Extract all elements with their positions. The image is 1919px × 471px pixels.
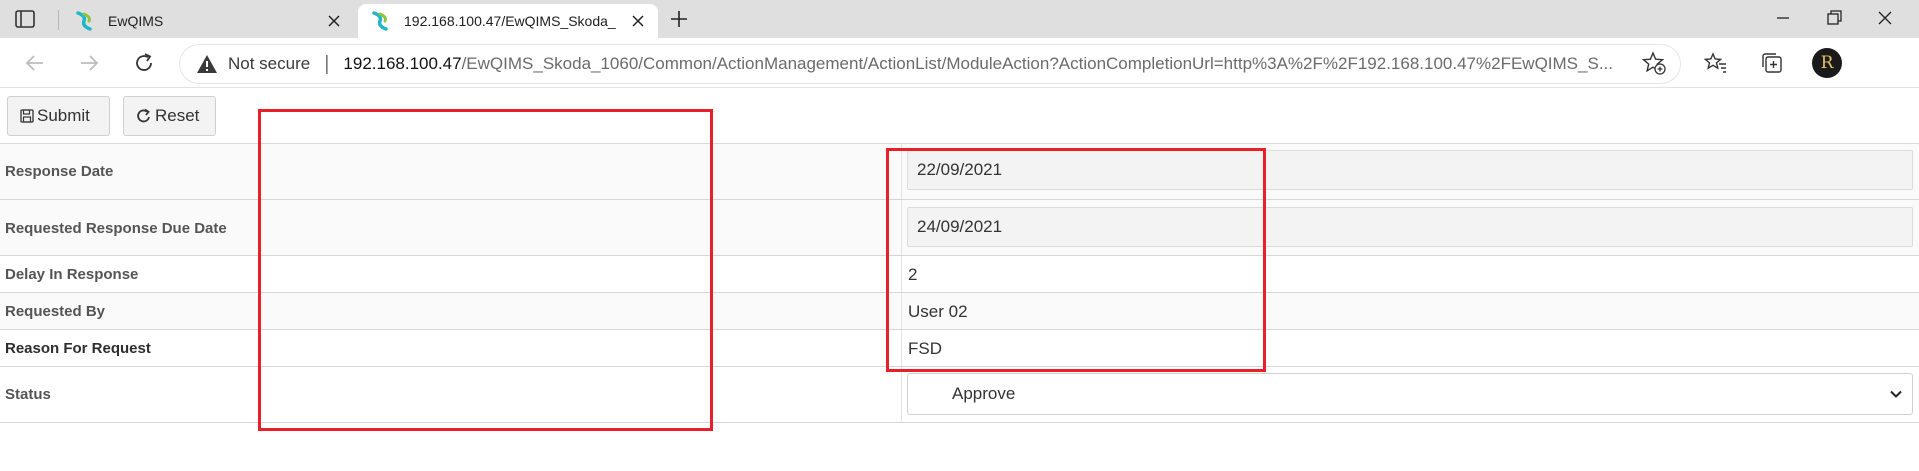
- tab-actions-icon[interactable]: [14, 9, 36, 29]
- response-date-label: Response Date: [5, 163, 114, 180]
- browser-tab-bar: EwQIMS 192.168.100.47/EwQIMS_Skoda_: [0, 0, 1919, 38]
- form-row-requested-response-due-date: Requested Response Due Date 24/09/2021: [0, 200, 1919, 256]
- status-select[interactable]: Approve: [907, 373, 1913, 415]
- column-divider: [901, 200, 902, 255]
- add-favorite-icon[interactable]: [1642, 51, 1666, 75]
- status-selected-value: Approve: [952, 384, 1016, 403]
- close-tab-icon[interactable]: [326, 13, 342, 29]
- column-divider: [901, 144, 902, 199]
- requested-by-label: Requested By: [5, 303, 106, 320]
- back-arrow-icon[interactable]: [22, 50, 48, 76]
- reason-for-request-label: Reason For Request: [5, 340, 151, 357]
- reset-button[interactable]: Reset: [123, 96, 216, 136]
- response-date-field[interactable]: 22/09/2021: [907, 150, 1913, 190]
- save-icon: [20, 109, 34, 123]
- column-divider: [901, 330, 902, 366]
- new-tab-icon[interactable]: [668, 8, 690, 30]
- browser-tab-active[interactable]: 192.168.100.47/EwQIMS_Skoda_: [358, 4, 658, 38]
- requested-by-value: User 02: [908, 302, 968, 321]
- minimize-icon[interactable]: [1773, 8, 1793, 28]
- form-row-response-date: Response Date 22/09/2021: [0, 144, 1919, 200]
- profile-avatar[interactable]: R: [1812, 48, 1842, 78]
- not-secure-label[interactable]: Not secure: [228, 54, 310, 74]
- column-divider: [901, 256, 902, 292]
- chevron-down-icon: [1890, 390, 1902, 398]
- status-label: Status: [5, 386, 51, 403]
- delay-in-response-value: 2: [908, 265, 918, 284]
- form-row-reason-for-request: Reason For Request FSD: [0, 330, 1919, 367]
- restore-icon[interactable]: [1824, 8, 1844, 28]
- forward-arrow-icon[interactable]: [76, 50, 102, 76]
- form-row-delay-in-response: Delay In Response 2: [0, 256, 1919, 293]
- omnibox-separator: |: [324, 52, 330, 75]
- reset-button-label: Reset: [155, 106, 200, 125]
- browser-address-bar: Not secure | 192.168.100.47/EwQIMS_Skoda…: [0, 38, 1919, 88]
- action-toolbar: Submit Reset: [0, 89, 1919, 144]
- form-row-requested-by: Requested By User 02: [0, 293, 1919, 330]
- tab-separator: [58, 10, 59, 30]
- warning-triangle-icon[interactable]: [196, 54, 218, 74]
- module-action-page: Submit Reset Response Date 22/09/2021 Re…: [0, 89, 1919, 471]
- collections-icon[interactable]: [1760, 51, 1784, 75]
- submit-button-label: Submit: [37, 106, 90, 125]
- refresh-icon[interactable]: [131, 50, 157, 76]
- column-divider: [901, 367, 902, 422]
- column-divider: [901, 293, 902, 329]
- delay-in-response-label: Delay In Response: [5, 266, 139, 283]
- submit-button[interactable]: Submit: [7, 96, 110, 136]
- form-row-status: Status Approve: [0, 367, 1919, 423]
- url-path: /EwQIMS_Skoda_1060/Common/ActionManageme…: [461, 54, 1613, 73]
- favorites-icon[interactable]: [1704, 51, 1728, 75]
- requested-response-due-date-label: Requested Response Due Date: [5, 220, 227, 237]
- tab-title: EwQIMS: [108, 13, 164, 29]
- tab-title: 192.168.100.47/EwQIMS_Skoda_: [404, 13, 616, 29]
- requested-response-due-date-field[interactable]: 24/09/2021: [907, 207, 1913, 247]
- close-window-icon[interactable]: [1875, 8, 1895, 28]
- url-omnibox[interactable]: Not secure | 192.168.100.47/EwQIMS_Skoda…: [180, 45, 1680, 83]
- url-host: 192.168.100.47: [343, 54, 462, 73]
- reason-for-request-value: FSD: [908, 339, 942, 358]
- ewqims-favicon-icon: [372, 11, 388, 31]
- ewqims-favicon-icon: [76, 11, 92, 31]
- reset-icon: [137, 108, 150, 123]
- browser-tab-ewqims[interactable]: EwQIMS: [62, 4, 354, 38]
- url-text[interactable]: 192.168.100.47/EwQIMS_Skoda_1060/Common/…: [343, 54, 1643, 74]
- close-tab-icon[interactable]: [630, 13, 646, 29]
